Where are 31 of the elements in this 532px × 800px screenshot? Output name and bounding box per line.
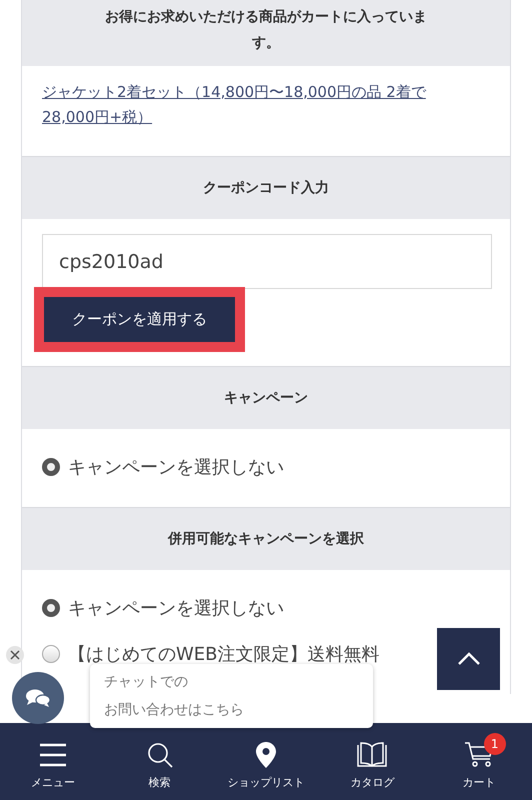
radio-button[interactable] — [42, 645, 60, 663]
open-book-icon — [356, 742, 388, 768]
radio-button[interactable] — [42, 458, 60, 476]
menu-icon — [39, 743, 68, 767]
radio-label: キャンペーンを選択しない — [68, 597, 284, 620]
nav-item[interactable]: 検索 — [110, 731, 210, 792]
close-icon[interactable] — [6, 646, 24, 664]
tooltip-text: チャットでの — [104, 673, 189, 691]
radio-button[interactable] — [42, 599, 60, 617]
radio-label: 【はじめてのWEB注文限定】送料無料 — [68, 643, 380, 666]
product-link[interactable]: ジャケット2着セット（14,800円〜18,000円の品 2着で28,000円+税） — [42, 80, 440, 130]
cart-icon — [464, 742, 494, 768]
section-title: お得にお求めいただける商品がカートに入っています。 — [105, 9, 427, 51]
map-pin-icon — [256, 742, 276, 768]
section-title: キャンペーン — [224, 390, 308, 406]
nav-item[interactable]: カタログ — [322, 731, 422, 792]
section-title: クーポンコード入力 — [203, 180, 329, 196]
chevron-up-icon — [456, 652, 480, 666]
chat-tooltip[interactable]: チャットでの お問い合わせはこちら — [90, 664, 373, 728]
cart-count-badge: 1 — [484, 733, 506, 755]
nav-item[interactable]: メニュー — [3, 731, 104, 792]
coupon-code-field[interactable]: cps2010ad — [42, 234, 492, 289]
section-title: 併用可能なキャンペーンを選択 — [168, 531, 364, 547]
chat-button[interactable] — [12, 672, 64, 724]
chat-bubbles-icon — [25, 688, 51, 708]
nav-item[interactable]: ショップリスト — [216, 731, 316, 792]
nav-item[interactable]: 1 カート — [428, 731, 529, 792]
apply-coupon-button[interactable]: クーポンを適用する — [44, 297, 235, 342]
tooltip-text: お問い合わせはこちら — [104, 701, 245, 719]
radio-label: キャンペーンを選択しない — [68, 456, 284, 479]
search-icon — [146, 742, 173, 768]
